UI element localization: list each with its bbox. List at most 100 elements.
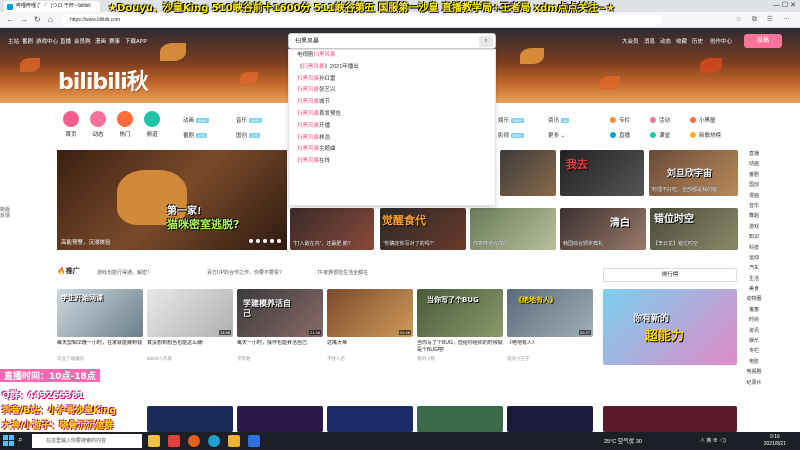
search-suggestion[interactable]: 扫黑风暴在线 [289, 156, 495, 168]
search-suggestion[interactable]: 扫黑风暴首发预告 [289, 109, 495, 121]
video-title[interactable]: 每天剪辑早晚一小时，在家就能赚到钱 [57, 340, 143, 354]
promo-tag[interactable]: TF家族冒险生活全都在 [317, 269, 368, 276]
video-card[interactable]: 《绝地有人》 02:27 《绝地有人》 电竞小王子 [507, 289, 593, 362]
taskbar-search[interactable]: 在这里输入你要搜索的内容 [32, 434, 142, 448]
link-course[interactable]: 课堂 [650, 131, 670, 139]
carousel-dots[interactable] [246, 239, 281, 245]
right-nav-item[interactable]: 番剧 [744, 171, 764, 181]
carousel[interactable]: 第一家! 猫咪密室逃脱? 高能预警，沉浸体验 [57, 150, 287, 250]
nav-item-creator[interactable]: 创作中心 [710, 37, 732, 45]
browser-icon[interactable] [188, 435, 200, 447]
edge-icon[interactable] [208, 435, 220, 447]
video-uploader[interactable]: 不甘人后 [327, 356, 413, 362]
right-nav-item[interactable]: 动画 [744, 160, 764, 170]
link-column[interactable]: 专栏 [610, 116, 630, 124]
video-thumb[interactable]: 刘旦欣宇宙 料理不好吃，全部都是我的错 [649, 150, 738, 196]
nav-item-match[interactable]: 赛事 [109, 37, 120, 45]
browser-tab[interactable]: 哔哩哔哩 (゜-゜)つロ 干杯~-bilibili [4, 1, 100, 12]
cat-guochuang[interactable]: 国创 179 [236, 131, 260, 139]
nav-item-download[interactable]: 下载APP [125, 37, 147, 45]
right-nav-item[interactable]: 漫画 [744, 192, 764, 202]
right-nav-item[interactable]: 汽车 [744, 264, 764, 274]
search-suggestion[interactable]: 扫黑风暴城节 [289, 97, 495, 109]
right-nav-item[interactable]: 专栏 [744, 347, 764, 357]
video-thumb[interactable] [237, 406, 323, 432]
video-thumb[interactable]: 你意味道完成的 [470, 208, 556, 250]
right-nav-item[interactable]: 音乐 [744, 202, 764, 212]
nav-item-live[interactable]: 直播 [60, 37, 71, 45]
search-suggestion[interactable]: 扫黑风暴开播 [289, 121, 495, 133]
cat-movie[interactable]: 影视 999+ [498, 131, 525, 139]
video-thumb[interactable] [327, 406, 413, 432]
right-nav-item[interactable]: 电视剧 [744, 368, 764, 378]
weather[interactable]: 25°C 空气优 30 [604, 437, 642, 445]
bilibili-logo[interactable]: bilibili秋 [58, 64, 149, 96]
video-uploader[interactable]: 电竞小王子 [507, 356, 593, 362]
video-thumb[interactable]: 觉醒食代 “你确定你写对了的吗?” [380, 208, 466, 250]
video-card[interactable]: 当你写了个BUG 当你写了个BUG，但给你组织的时候就是个BUG吧! 我的小熊 [417, 289, 503, 362]
clock[interactable]: 9:16 2021/8/21 [764, 434, 786, 448]
right-nav-item[interactable]: 直播 [744, 150, 764, 160]
ad-banner[interactable]: 你有新的 超能力 [603, 289, 737, 365]
back-icon[interactable]: ← [6, 15, 14, 24]
cat-hot[interactable]: 热门 [115, 111, 135, 138]
video-thumb[interactable]: “打入敌在内”，还赢肥 鹅? [290, 208, 374, 250]
video-thumb[interactable] [500, 150, 556, 196]
video-thumb[interactable] [603, 406, 737, 432]
link-live[interactable]: 直播 [610, 131, 630, 139]
video-title[interactable]: 每天一小时，操作也能养活自己 [237, 340, 323, 354]
right-nav-item[interactable]: 游戏 [744, 223, 764, 233]
nav-item-message[interactable]: 消息 [644, 37, 655, 45]
video-thumb[interactable]: 清白 韩国综合颁奖典礼 [560, 208, 646, 250]
home-icon[interactable]: ⌂ [48, 15, 53, 24]
link-blackroom[interactable]: 小黑屋 [690, 116, 716, 124]
video-uploader[interactable]: 学院君 [237, 356, 323, 362]
cat-ent[interactable]: 娱乐 999+ [498, 116, 525, 124]
video-card[interactable]: 学生开始网课 每天剪辑早晚一小时，在家就能赚到钱 毕业了能做啥 [57, 289, 143, 362]
search-suggestion[interactable]: 扫黑风暴张艺兴 [289, 85, 495, 97]
right-nav-item[interactable]: 知识 [744, 233, 764, 243]
windows-start-icon[interactable] [3, 435, 15, 447]
cat-news[interactable]: 资讯 36 [548, 116, 570, 124]
cat-channel[interactable]: 频道 [142, 111, 162, 138]
nav-item-vip[interactable]: 大会员 [622, 37, 639, 45]
cat-more[interactable]: 更多 ⌄ [548, 131, 565, 139]
cat-anime[interactable]: 动画 999+ [183, 116, 210, 124]
nav-item-favorites[interactable]: 收藏 [676, 37, 687, 45]
nav-item-manga[interactable]: 漫画 [95, 37, 106, 45]
right-nav-item[interactable]: 美食 [744, 285, 764, 295]
right-nav-item[interactable]: 国创 [744, 181, 764, 191]
cat-music[interactable]: 音乐 999+ [236, 116, 263, 124]
right-nav-item[interactable]: 运动 [744, 254, 764, 264]
nav-item-bangumi[interactable]: 番剧 [22, 37, 33, 45]
cat-dynamic[interactable]: 动态 [88, 111, 108, 138]
right-nav-item[interactable]: 纪录片 [744, 379, 764, 389]
promo-tag[interactable]: 游戏也能行得通，解密！ [97, 269, 152, 276]
search-icon[interactable]: ⌕ [18, 435, 22, 445]
reload-icon[interactable]: ↻ [34, 15, 41, 24]
promo-tag[interactable]: 百万UP的合作之作，你要不要看? [207, 269, 282, 276]
app-icon[interactable] [228, 435, 240, 447]
video-thumb[interactable] [147, 406, 233, 432]
forward-icon[interactable]: → [20, 15, 28, 24]
nav-item-shop[interactable]: 会员购 [74, 37, 91, 45]
system-tray[interactable]: ∧ 英 ⊕ ◁) [700, 437, 726, 444]
search-input[interactable] [295, 37, 465, 43]
link-activity[interactable]: 活动 [650, 116, 670, 124]
video-uploader[interactable]: 毕业了能做啥 [57, 356, 143, 362]
link-newsong[interactable]: 新歌热榜 [690, 131, 721, 139]
cat-home[interactable]: 首页 [61, 111, 81, 138]
nav-item-dynamic[interactable]: 动态 [660, 37, 671, 45]
cat-bangumi[interactable]: 番剧 170 [183, 131, 207, 139]
right-nav-item[interactable]: 娱乐 [744, 337, 764, 347]
video-thumb[interactable] [417, 406, 503, 432]
nav-item-history[interactable]: 历史 [692, 37, 703, 45]
video-title[interactable]: 《绝地有人》 [507, 340, 593, 354]
file-explorer-icon[interactable] [148, 435, 160, 447]
upload-button[interactable]: 投稿 [744, 34, 782, 48]
video-card[interactable]: 14:58 真没想到想当也能这么赚! Bilibili小作家 [147, 289, 233, 362]
video-thumb[interactable]: 错位时空 【李云龙】错位时空 [650, 208, 738, 250]
video-uploader[interactable]: Bilibili小作家 [147, 356, 233, 362]
video-card[interactable]: 学建模养活自己 21:38 每天一小时，操作也能养活自己 学院君 [237, 289, 323, 362]
right-nav-item[interactable]: 动物圈 [744, 295, 764, 305]
